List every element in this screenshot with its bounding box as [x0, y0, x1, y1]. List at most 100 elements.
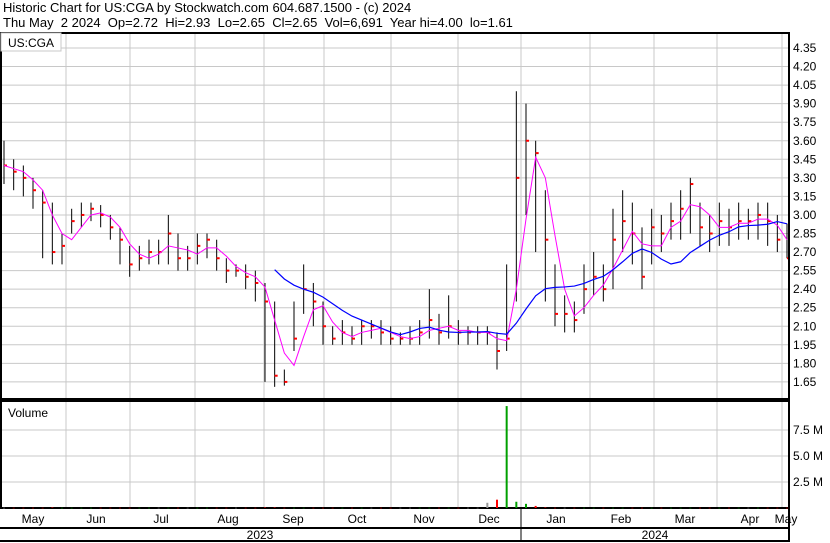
price-tick-label: 2.10	[793, 319, 817, 333]
volume-bar	[235, 507, 237, 509]
volume-bar	[515, 501, 518, 508]
volume-bar	[148, 507, 150, 509]
price-tick-label: 4.05	[793, 78, 817, 92]
volume-bar	[718, 507, 721, 509]
month-label: Dec	[478, 512, 499, 526]
volume-bar	[293, 507, 295, 509]
month-label: Feb	[611, 512, 632, 526]
volume-bar	[602, 507, 605, 509]
volume-bar	[186, 507, 189, 509]
month-label: Aug	[217, 512, 238, 526]
volume-bar	[244, 507, 247, 509]
volume-tick-label: 7.5 M	[793, 423, 823, 437]
volume-bar	[650, 507, 653, 509]
volume-bar	[70, 507, 73, 509]
month-label: Sep	[282, 512, 304, 526]
volume-bar	[612, 507, 614, 509]
price-tick-label: 3.30	[793, 171, 817, 185]
volume-bar	[196, 507, 199, 509]
month-label: Jun	[86, 512, 105, 526]
volume-bar	[573, 507, 576, 509]
volume-bar	[544, 507, 547, 508]
price-tick-label: 2.40	[793, 282, 817, 296]
volume-bar	[757, 507, 759, 509]
volume-bar	[360, 507, 363, 509]
month-label: May	[22, 512, 45, 526]
price-tick-label: 4.35	[793, 41, 817, 55]
volume-bar	[41, 507, 44, 509]
volume-bar	[351, 507, 353, 509]
volume-bar	[80, 507, 83, 509]
volume-bar	[438, 507, 440, 509]
volume-bar	[167, 507, 170, 509]
volume-bar	[467, 507, 469, 509]
volume-bar	[302, 507, 305, 509]
volume-bar	[496, 499, 498, 508]
volume-bar	[476, 507, 479, 509]
volume-bar	[554, 507, 556, 509]
volume-bar	[61, 507, 63, 509]
price-tick-label: 3.00	[793, 208, 817, 222]
year-label-2024: 2024	[642, 528, 669, 542]
volume-bar	[341, 507, 344, 509]
volume-bar	[119, 507, 121, 509]
volume-bar	[641, 507, 643, 509]
volume-bar	[766, 507, 769, 509]
volume-bar	[534, 505, 537, 508]
volume-label: Volume	[8, 406, 48, 420]
volume-bar	[370, 507, 373, 509]
volume-bar	[631, 507, 634, 509]
volume-bar	[486, 502, 489, 508]
price-tick-label: 1.65	[793, 375, 817, 389]
volume-bar	[563, 507, 566, 509]
volume-bar	[776, 507, 779, 509]
price-tick-label: 3.45	[793, 152, 817, 166]
volume-bar	[12, 507, 15, 509]
month-label: Oct	[348, 512, 367, 526]
volume-bar	[418, 507, 421, 509]
price-tick-label: 2.55	[793, 264, 817, 278]
volume-bar	[206, 507, 208, 509]
volume-bar	[225, 507, 228, 509]
volume-bar	[583, 507, 585, 509]
price-tick-label: 2.85	[793, 227, 817, 241]
volume-bar	[409, 507, 411, 509]
price-tick-label: 3.15	[793, 189, 817, 203]
volume-bar	[254, 507, 257, 509]
volume-bar	[90, 507, 92, 509]
volume-bar	[447, 507, 450, 509]
volume-bar	[99, 507, 102, 509]
month-label: Jul	[153, 512, 168, 526]
volume-bar	[109, 507, 112, 509]
volume-bar	[728, 507, 730, 509]
volume-bar	[51, 507, 54, 508]
volume-bar	[331, 507, 334, 509]
volume-bar	[679, 507, 682, 509]
price-tick-label: 1.80	[793, 356, 817, 370]
volume-bar	[592, 507, 595, 509]
price-tick-label: 1.95	[793, 338, 817, 352]
volume-bar	[670, 507, 672, 509]
month-label: Apr	[741, 512, 760, 526]
price-tick-label: 2.70	[793, 245, 817, 259]
volume-bar	[737, 507, 740, 509]
volume-bar	[505, 406, 508, 508]
volume-bar	[399, 507, 402, 509]
price-tick-label: 4.20	[793, 60, 817, 74]
volume-bar	[525, 503, 527, 508]
chart-svg: 4.35 4.20 4.05 3.90 3.75 3.60 3.45 3.30 3.15 3.00…	[0, 32, 823, 542]
month-label: Nov	[413, 512, 434, 526]
volume-bar	[708, 507, 711, 509]
price-tick-label: 3.60	[793, 134, 817, 148]
volume-bar	[312, 507, 315, 509]
price-tick-label: 3.75	[793, 115, 817, 129]
volume-bar	[32, 507, 34, 509]
volume-bar	[786, 507, 788, 509]
volume-bar	[22, 507, 25, 509]
volume-bar	[177, 507, 179, 509]
stock-chart: Historic Chart for US:CGA by Stockwatch.…	[0, 0, 830, 543]
volume-bar	[621, 507, 624, 509]
volume-bar	[138, 507, 141, 509]
volume-bar	[322, 507, 324, 509]
volume-bar	[264, 507, 266, 508]
